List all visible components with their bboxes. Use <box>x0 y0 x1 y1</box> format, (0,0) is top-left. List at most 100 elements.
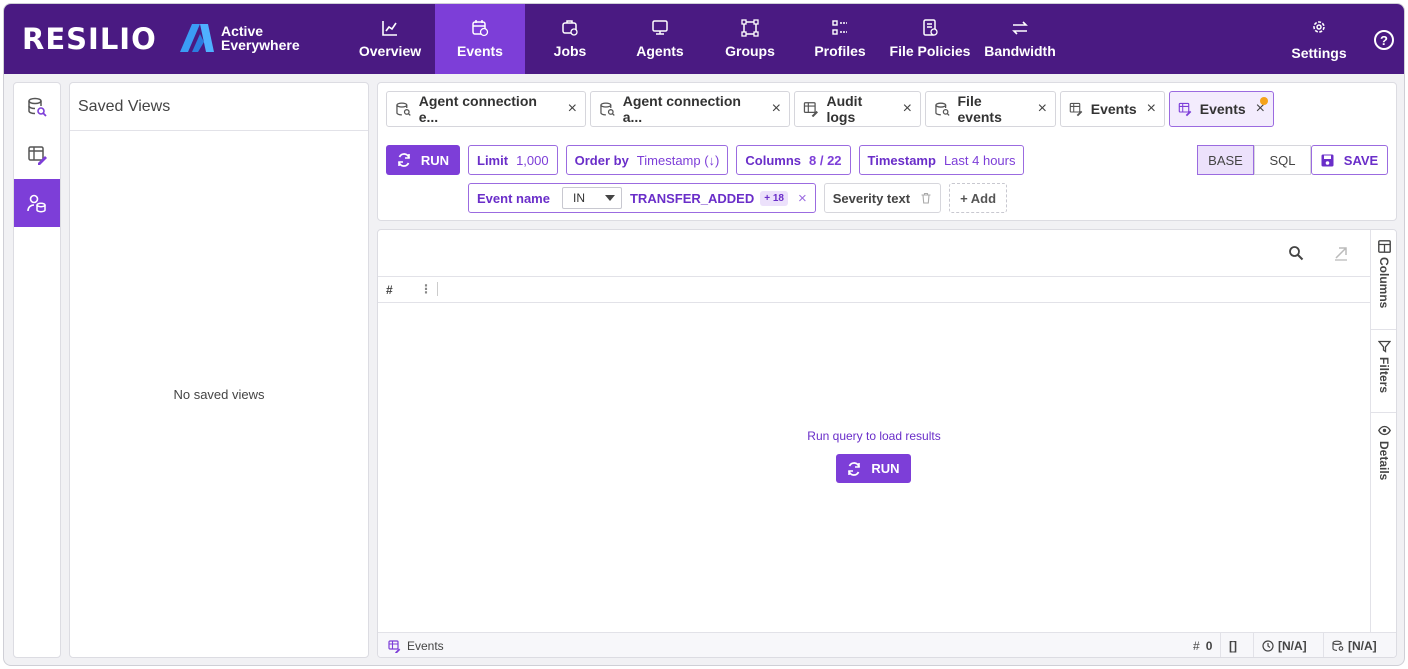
empty-results-message: Run query to load results <box>807 429 941 443</box>
nav-settings[interactable]: Settings <box>1274 4 1364 74</box>
database-search-icon <box>396 102 411 116</box>
nav-file-policies[interactable]: File Policies <box>885 4 975 74</box>
status-db-value: [N/A] <box>1348 639 1377 653</box>
column-menu-icon[interactable]: ⋮ <box>420 282 432 296</box>
nav-profiles[interactable]: Profiles <box>795 4 885 74</box>
status-count-prefix: # <box>1193 639 1200 653</box>
order-value: Timestamp (↓) <box>636 152 720 168</box>
columns-key: Columns <box>745 152 801 168</box>
nav-overview[interactable]: Overview <box>345 4 435 74</box>
nav-label: Profiles <box>814 43 866 59</box>
extra-values-badge[interactable]: + 18 <box>760 190 788 206</box>
nav-groups[interactable]: Groups <box>705 4 795 74</box>
database-search-icon <box>600 102 615 116</box>
groups-icon <box>741 19 759 37</box>
saved-views-title: Saved Views <box>70 83 368 131</box>
user-database-icon <box>27 194 46 213</box>
mode-base-button[interactable]: BASE <box>1197 145 1254 175</box>
database-search-icon <box>1332 640 1344 651</box>
tab-file-events[interactable]: File events × <box>925 91 1056 127</box>
run-button[interactable]: RUN <box>386 145 460 175</box>
nav-bandwidth[interactable]: Bandwidth <box>975 4 1065 74</box>
agents-icon <box>651 19 669 37</box>
main-nav: Overview Events Jobs Agents Groups Profi… <box>345 4 1065 74</box>
mode-sql-button[interactable]: SQL <box>1254 145 1311 175</box>
close-icon[interactable]: × <box>1038 100 1047 118</box>
trash-icon[interactable] <box>920 192 932 204</box>
run-query-button[interactable]: RUN <box>836 454 911 483</box>
rail-query-button[interactable] <box>14 83 60 131</box>
tab-events-1[interactable]: Events × <box>1060 91 1165 127</box>
ae-line-2: Everywhere <box>221 37 300 53</box>
table-edit-icon <box>1069 102 1083 117</box>
tab-agent-connection-e[interactable]: Agent connection e... × <box>386 91 586 127</box>
query-options-row: RUN Limit 1,000 Order by Timestamp (↓) C… <box>386 145 1025 175</box>
refresh-icon <box>398 153 410 167</box>
results-toolbar <box>378 230 1370 277</box>
table-edit-icon <box>1178 102 1192 117</box>
side-tab-details[interactable]: Details <box>1371 424 1396 480</box>
column-divider[interactable] <box>437 282 438 296</box>
order-by-chip[interactable]: Order by Timestamp (↓) <box>565 145 729 175</box>
operator-value: IN <box>572 191 585 205</box>
saved-views-empty-text: No saved views <box>173 387 265 402</box>
tab-audit-logs[interactable]: Audit logs × <box>794 91 921 127</box>
chart-icon <box>381 19 399 37</box>
tab-label: Events <box>1199 101 1246 117</box>
close-icon[interactable]: × <box>903 100 912 118</box>
nav-label: Jobs <box>553 43 587 59</box>
close-icon[interactable]: × <box>568 100 577 118</box>
side-tab-filters[interactable]: Filters <box>1371 340 1396 393</box>
database-search-icon <box>935 102 950 116</box>
bandwidth-icon <box>1011 19 1029 37</box>
add-filter-button[interactable]: + Add <box>949 183 1008 213</box>
floppy-disk-icon <box>1321 154 1334 166</box>
severity-text-filter[interactable]: Severity text <box>823 183 942 213</box>
rail-edit-button[interactable] <box>14 131 60 179</box>
table-edit-icon <box>28 146 47 165</box>
remove-filter-icon[interactable]: × <box>798 190 807 207</box>
nav-label: Events <box>457 43 503 59</box>
nav-label: Groups <box>725 43 775 59</box>
nav-events[interactable]: Events <box>435 4 525 74</box>
unsaved-indicator-dot <box>1260 97 1268 105</box>
tab-agent-connection-a[interactable]: Agent connection a... × <box>590 91 790 127</box>
results-column-header: # ⋮ <box>378 277 1370 303</box>
top-navigation-bar: RESILIO Active Everywhere Overview Event… <box>4 4 1404 74</box>
side-tool-tabs: Columns Filters Details <box>1370 230 1396 632</box>
help-icon[interactable]: ? <box>1374 30 1394 50</box>
search-icon[interactable] <box>1288 245 1304 261</box>
query-tabs: Agent connection e... × Agent connection… <box>386 91 1274 127</box>
side-tab-divider <box>1371 329 1396 330</box>
table-edit-icon <box>803 102 818 117</box>
limit-chip[interactable]: Limit 1,000 <box>468 145 558 175</box>
event-name-filter[interactable]: Event name IN TRANSFER_ADDED + 18 × <box>468 183 816 213</box>
columns-chip[interactable]: Columns 8 / 22 <box>736 145 851 175</box>
rail-saved-views-button[interactable] <box>14 179 60 227</box>
operator-select[interactable]: IN <box>561 187 622 209</box>
jobs-icon <box>561 19 579 37</box>
tab-label: Audit logs <box>826 93 863 125</box>
nav-label: Overview <box>358 43 422 59</box>
side-tab-columns[interactable]: Columns <box>1371 240 1396 309</box>
filter-icon <box>1377 340 1391 353</box>
timestamp-chip[interactable]: Timestamp Last 4 hours <box>858 145 1025 175</box>
limit-value: 1,000 <box>516 152 549 168</box>
tab-label: Events <box>1090 101 1137 117</box>
filter-value: TRANSFER_ADDED <box>629 190 755 206</box>
caret-down-icon <box>604 195 615 201</box>
save-button[interactable]: SAVE <box>1311 145 1388 175</box>
columns-icon <box>1377 240 1391 253</box>
order-key: Order by <box>574 152 629 168</box>
gear-icon <box>1310 18 1328 39</box>
tab-events-active[interactable]: Events × <box>1169 91 1274 127</box>
nav-label: Bandwidth <box>984 43 1056 59</box>
close-icon[interactable]: × <box>772 100 781 118</box>
ae-line-1: Active <box>221 23 264 39</box>
nav-agents[interactable]: Agents <box>615 4 705 74</box>
side-tab-label: Columns <box>1377 257 1391 309</box>
eye-icon <box>1377 425 1391 436</box>
close-icon[interactable]: × <box>1147 100 1156 118</box>
nav-jobs[interactable]: Jobs <box>525 4 615 74</box>
calendar-clock-icon <box>471 19 489 37</box>
